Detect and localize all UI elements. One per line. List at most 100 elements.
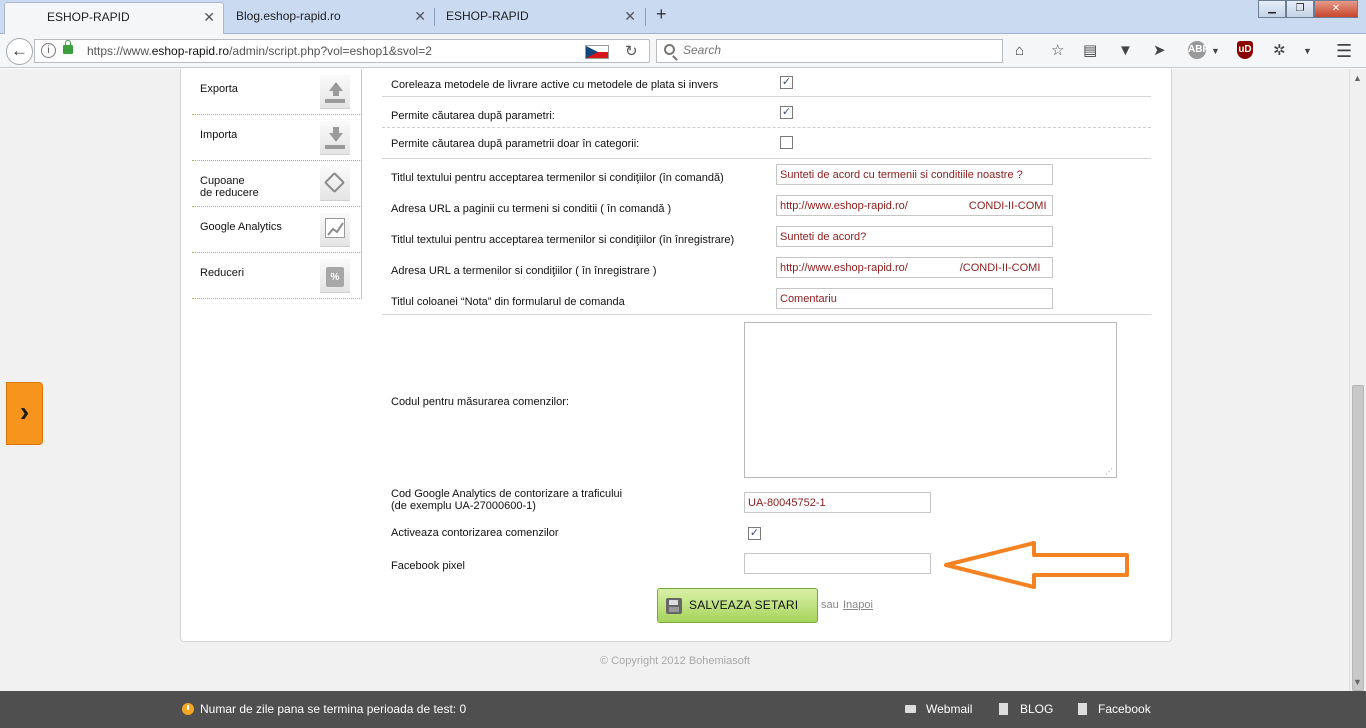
czech-flag-icon[interactable] xyxy=(585,45,609,59)
settings-form: Coreleaza metodele de livrare active cu … xyxy=(382,69,1151,614)
save-settings-label: SALVEAZA SETARI xyxy=(689,598,799,612)
terms-url-registration-label: Adresa URL a termenilor si condiţiilor (… xyxy=(391,265,657,277)
sidebar-item-import[interactable]: Importa xyxy=(192,115,362,161)
terms-url-registration-input[interactable] xyxy=(776,257,1053,278)
row-divider xyxy=(382,96,1151,97)
scroll-up-icon[interactable]: ▲ xyxy=(1353,73,1362,83)
row-divider xyxy=(382,158,1151,159)
minimize-button[interactable]: ▁ xyxy=(1258,0,1286,18)
ga-code-label: Cod Google Analytics de contorizare a tr… xyxy=(391,488,622,512)
row-divider xyxy=(382,314,1151,315)
ga-code-label-line1: Cod Google Analytics de contorizare a tr… xyxy=(391,488,623,500)
trial-days-text: Numar de zile pana se termina perioada d… xyxy=(200,702,467,716)
footer-bar: Numar de zile pana se termina perioada d… xyxy=(0,691,1366,728)
sidebar-item-label: Importa xyxy=(200,129,238,141)
terms-url-order-label: Adresa URL a paginii cu termeni si condi… xyxy=(391,203,672,215)
sidebar-item-export[interactable]: Exporta xyxy=(192,69,362,115)
ga-code-label-line2: (de exemplu UA-27000600-1) xyxy=(391,500,536,512)
url-path: /admin/script.php?vol=eshop1&svol=2 xyxy=(229,44,432,58)
document-icon xyxy=(1078,703,1087,715)
back-button[interactable]: ← xyxy=(6,38,33,65)
tracking-code-label: Codul pentru măsurarea comenzilor: xyxy=(391,396,569,408)
correlate-methods-checkbox[interactable]: ✓ xyxy=(780,76,793,89)
sidebar-item-label-line2: de reducere xyxy=(200,187,259,199)
webmail-link[interactable]: Webmail xyxy=(926,702,972,716)
sidebar-item-reduceri[interactable]: Reduceri % xyxy=(192,253,362,299)
blog-link[interactable]: BLOG xyxy=(1020,702,1053,716)
analytics-chart-icon xyxy=(320,213,350,247)
clock-icon xyxy=(182,703,194,715)
tab-eshop-rapid-2[interactable]: ESHOP-RAPID ✕ xyxy=(434,2,644,34)
url-bar[interactable]: i https://www.eshop-rapid.ro/admin/scrip… xyxy=(34,39,650,63)
facebook-pixel-label: Facebook pixel xyxy=(391,560,465,572)
reload-icon[interactable]: ↻ xyxy=(625,42,638,60)
reading-list-icon[interactable]: ▤ xyxy=(1083,41,1097,61)
search-bar[interactable] xyxy=(656,39,1003,63)
document-icon xyxy=(999,703,1008,715)
row-divider xyxy=(382,127,1151,128)
lock-icon xyxy=(63,40,73,54)
sidebar-item-label-line1: Cupoane xyxy=(200,175,245,187)
mail-icon xyxy=(905,705,916,713)
terms-text-order-input[interactable] xyxy=(776,164,1053,185)
browser-tab-bar: ESHOP-RAPID ✕ Blog.eshop-rapid.ro ✕ ESHO… xyxy=(0,0,1366,34)
window-controls: ▁ ❐ ✕ xyxy=(1258,0,1358,18)
terms-text-registration-label: Titlul textului pentru acceptarea termen… xyxy=(391,234,735,246)
param-search-label: Permite căutarea după parametri: xyxy=(391,110,555,122)
chevron-down-icon[interactable]: ▼ xyxy=(1303,41,1312,61)
url-text: https://www.eshop-rapid.ro/admin/script.… xyxy=(87,44,432,58)
sidebar-toggle-button[interactable]: › xyxy=(6,382,43,445)
tab-label: Blog.eshop-rapid.ro xyxy=(236,9,341,23)
order-tracking-checkbox[interactable]: ✓ xyxy=(748,527,761,540)
close-icon[interactable]: ✕ xyxy=(203,3,215,31)
sidebar-menu: Exporta Importa Cupoane de reducere Googl… xyxy=(192,69,362,299)
tab-label: ESHOP-RAPID xyxy=(47,10,130,24)
pocket-icon[interactable]: ▼ xyxy=(1118,41,1133,61)
info-icon[interactable]: i xyxy=(41,43,56,58)
tab-separator xyxy=(645,8,646,26)
chevron-right-icon: › xyxy=(19,396,30,427)
search-icon xyxy=(664,44,675,55)
adblock-icon[interactable]: ABP xyxy=(1188,41,1209,59)
terms-text-order-label: Titlul textului pentru acceptarea termen… xyxy=(391,172,724,184)
terms-url-order-input[interactable] xyxy=(776,195,1053,216)
save-settings-button[interactable]: SALVEAZA SETARI xyxy=(657,588,818,623)
chevron-down-icon[interactable]: ▼ xyxy=(1211,41,1220,61)
send-icon[interactable]: ➤ xyxy=(1153,41,1166,61)
url-prefix: https://www. xyxy=(87,44,152,58)
maximize-button[interactable]: ❐ xyxy=(1286,0,1314,18)
sidebar-item-coupons[interactable]: Cupoane de reducere xyxy=(192,161,362,207)
tab-eshop-rapid-active[interactable]: ESHOP-RAPID ✕ xyxy=(4,2,224,34)
close-icon[interactable]: ✕ xyxy=(414,2,426,30)
home-icon[interactable]: ⌂ xyxy=(1015,41,1024,61)
bookmark-star-icon[interactable]: ☆ xyxy=(1051,41,1064,61)
sidebar-item-label: Google Analytics xyxy=(200,221,282,233)
page-scrollbar[interactable]: ▲ ▼ xyxy=(1349,69,1366,691)
param-search-categories-label: Permite căutarea după parametrii doar în… xyxy=(391,138,640,150)
floppy-disk-icon xyxy=(666,598,682,614)
back-link[interactable]: Inapoi xyxy=(843,599,873,611)
extension-icon[interactable]: ✲ xyxy=(1273,41,1286,61)
import-icon xyxy=(320,121,350,155)
ublock-icon[interactable]: uD xyxy=(1237,41,1253,59)
search-input[interactable] xyxy=(683,43,983,57)
facebook-pixel-input[interactable] xyxy=(744,553,931,574)
scroll-down-icon[interactable]: ▼ xyxy=(1353,677,1362,687)
terms-text-registration-input[interactable] xyxy=(776,226,1053,247)
export-icon xyxy=(320,75,350,109)
hamburger-menu-icon[interactable]: ☰ xyxy=(1336,41,1352,61)
param-search-checkbox[interactable]: ✓ xyxy=(780,106,793,119)
window-close-button[interactable]: ✕ xyxy=(1314,0,1358,18)
close-icon[interactable]: ✕ xyxy=(624,2,636,30)
sidebar-item-google-analytics[interactable]: Google Analytics xyxy=(192,207,362,253)
url-host: eshop-rapid.ro xyxy=(151,44,230,58)
new-tab-button[interactable]: + xyxy=(656,4,667,25)
scrollbar-thumb[interactable] xyxy=(1352,385,1364,691)
note-column-input[interactable] xyxy=(776,288,1053,309)
facebook-link[interactable]: Facebook xyxy=(1098,702,1151,716)
tracking-code-textarea[interactable] xyxy=(744,322,1117,478)
param-search-categories-checkbox[interactable] xyxy=(780,136,793,149)
tab-blog[interactable]: Blog.eshop-rapid.ro ✕ xyxy=(224,2,434,34)
resize-grip-icon[interactable]: ⋰ xyxy=(1105,467,1113,476)
ga-code-input[interactable] xyxy=(744,492,931,513)
